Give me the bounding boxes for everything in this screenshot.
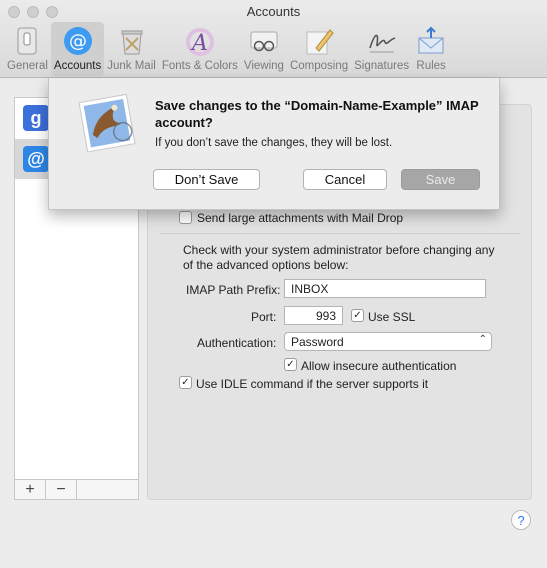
- glasses-icon: [248, 25, 280, 57]
- font-icon: A: [184, 25, 216, 57]
- tab-accounts-label: Accounts: [53, 60, 102, 72]
- tab-rules[interactable]: Rules: [412, 22, 450, 76]
- sidebar-footer: + −: [15, 479, 138, 499]
- tab-general[interactable]: General: [4, 22, 51, 76]
- title-bar: Accounts General @ Accounts Junk Mail A …: [0, 0, 547, 78]
- envelope-arrows-icon: [415, 25, 447, 57]
- tab-signatures-label: Signatures: [354, 60, 410, 72]
- save-button[interactable]: Save: [401, 169, 480, 190]
- use-ssl-label: Use SSL: [368, 310, 416, 324]
- advanced-note-line1: Check with your system administrator bef…: [183, 243, 495, 257]
- tab-accounts[interactable]: @ Accounts: [50, 22, 105, 76]
- tab-fonts-colors[interactable]: A Fonts & Colors: [159, 22, 241, 76]
- authentication-value: Password: [291, 335, 344, 349]
- chevron-updown-icon: ⌃: [478, 334, 487, 345]
- mail-drop-label: Send large attachments with Mail Drop: [197, 211, 404, 225]
- section-divider: [160, 233, 520, 234]
- tab-signatures[interactable]: Signatures: [351, 22, 412, 76]
- tab-rules-label: Rules: [416, 60, 446, 72]
- tab-general-label: General: [7, 60, 48, 72]
- google-icon: g: [23, 105, 49, 131]
- imap-path-label: IMAP Path Prefix:: [186, 283, 281, 297]
- signature-icon: [366, 25, 398, 57]
- tab-junk-mail[interactable]: Junk Mail: [104, 22, 159, 76]
- cancel-button[interactable]: Cancel: [303, 169, 387, 190]
- insecure-auth-checkbox[interactable]: ✓: [284, 358, 297, 371]
- svg-text:A: A: [190, 31, 208, 56]
- port-input[interactable]: 993: [284, 306, 343, 325]
- mail-stamp-eagle-icon: [77, 92, 139, 154]
- window-title: Accounts: [246, 4, 301, 19]
- imap-path-input[interactable]: INBOX: [284, 279, 486, 298]
- tab-composing-label: Composing: [289, 60, 349, 72]
- save-changes-dialog: Save changes to the “Domain-Name-Example…: [48, 78, 500, 210]
- use-ssl-checkbox[interactable]: ✓: [351, 309, 364, 322]
- tab-fonts-colors-label: Fonts & Colors: [161, 60, 238, 72]
- dialog-title: Save changes to the “Domain-Name-Example…: [155, 98, 479, 130]
- mail-drop-checkbox[interactable]: [179, 211, 192, 224]
- tab-viewing[interactable]: Viewing: [241, 22, 287, 76]
- trash-bin-icon: [116, 25, 148, 57]
- preferences-toolbar: General @ Accounts Junk Mail A Fonts & C…: [4, 22, 450, 76]
- idle-command-checkbox[interactable]: ✓: [179, 376, 192, 389]
- general-switch-icon: [11, 25, 43, 57]
- insecure-auth-label: Allow insecure authentication: [301, 359, 457, 373]
- at-sign-icon: @: [62, 25, 94, 57]
- help-button[interactable]: ?: [511, 510, 531, 530]
- authentication-label: Authentication:: [197, 336, 277, 350]
- dont-save-button[interactable]: Don’t Save: [153, 169, 260, 190]
- svg-text:@: @: [69, 31, 87, 52]
- advanced-note-line2: of the advanced options below:: [183, 258, 349, 272]
- add-account-button[interactable]: +: [15, 480, 46, 499]
- tab-junk-mail-label: Junk Mail: [107, 60, 156, 72]
- pencil-icon: [303, 25, 335, 57]
- at-sign-icon: @: [23, 146, 49, 172]
- dialog-message: If you don’t save the changes, they will…: [155, 137, 393, 149]
- tab-viewing-label: Viewing: [243, 60, 284, 72]
- port-label: Port:: [251, 310, 277, 324]
- tab-composing[interactable]: Composing: [287, 22, 351, 76]
- remove-account-button[interactable]: −: [46, 480, 77, 499]
- idle-command-label: Use IDLE command if the server supports …: [196, 377, 429, 391]
- authentication-select[interactable]: Password ⌃: [284, 332, 492, 351]
